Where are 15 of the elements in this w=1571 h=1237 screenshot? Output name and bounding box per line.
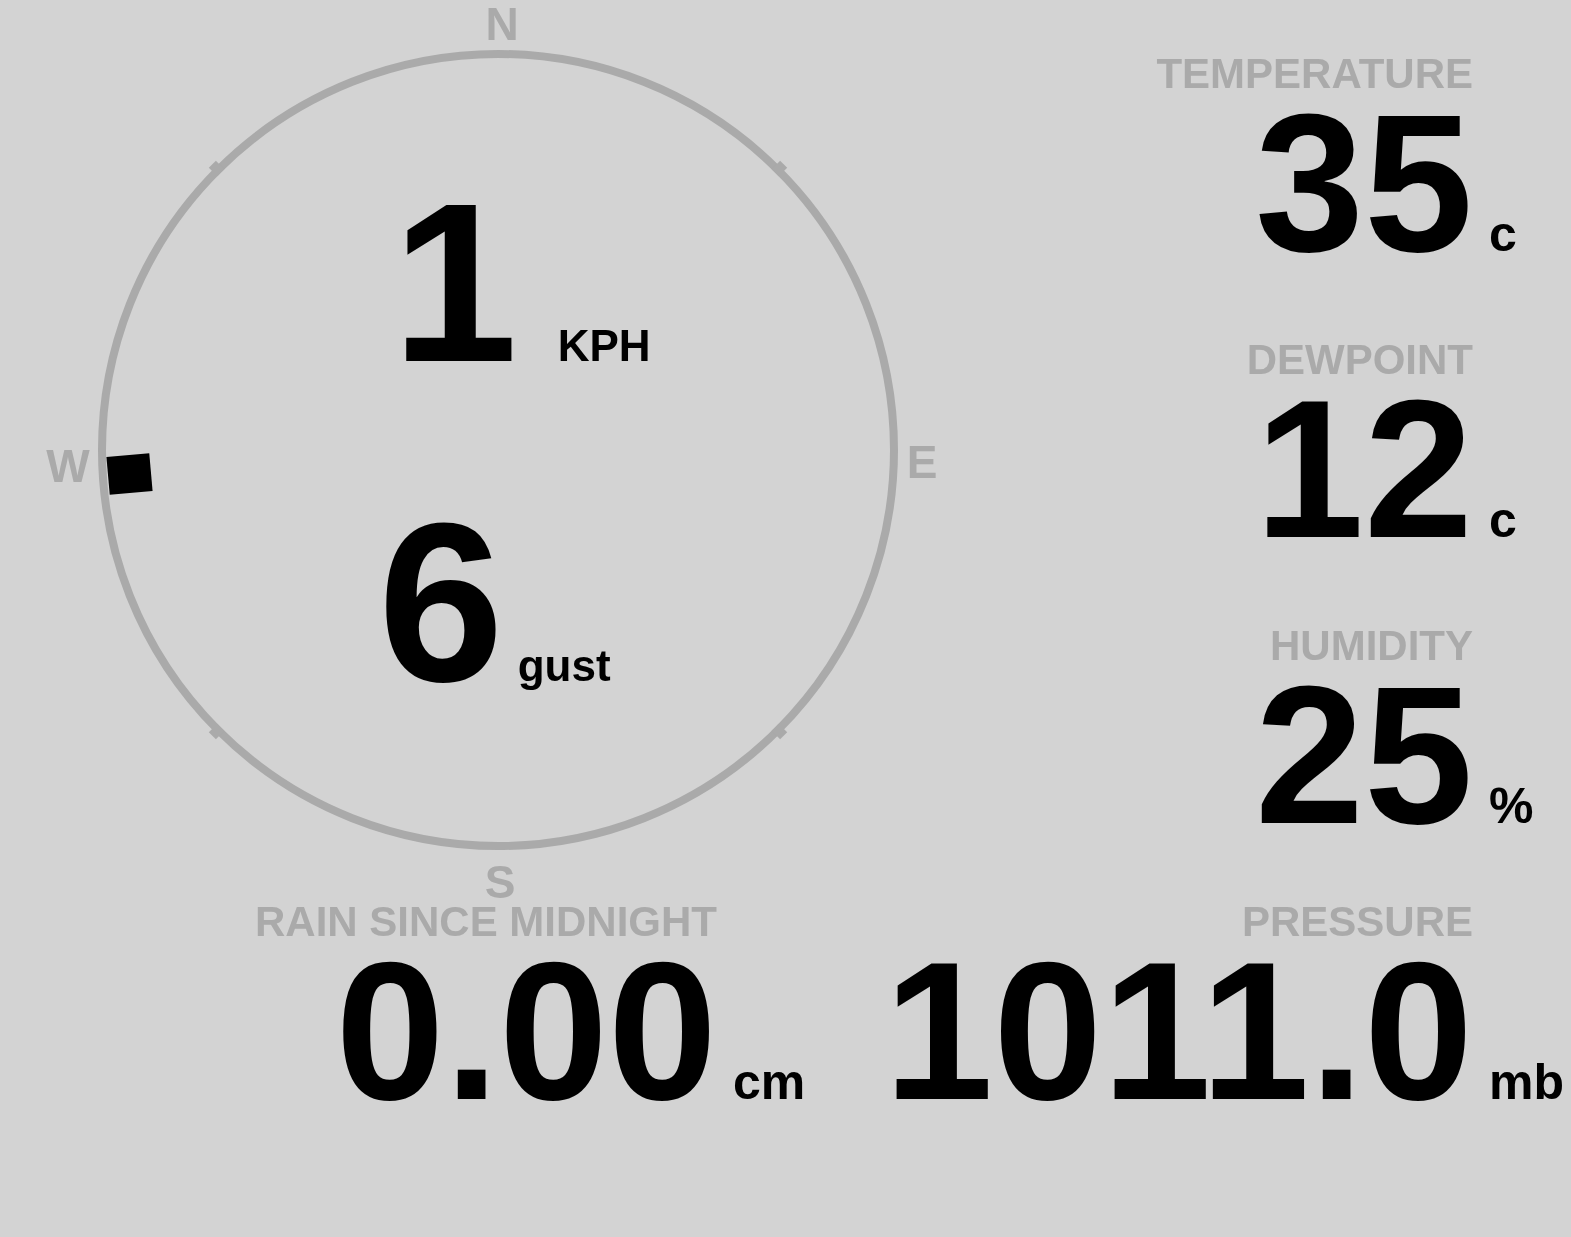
reading-value: 1011.0 <box>884 944 1473 1120</box>
reading-unit: c <box>1488 491 1518 549</box>
reading-unit: c <box>1488 205 1518 263</box>
reading-unit: cm <box>732 1053 807 1111</box>
reading-value: 35 <box>1255 96 1473 272</box>
wind-direction-marker <box>106 453 153 495</box>
reading-unit: mb <box>1488 1053 1565 1111</box>
wind-gust-unit: gust <box>517 641 611 691</box>
wind-speed-unit: KPH <box>557 321 651 371</box>
wind-speed-value: 1 <box>392 170 518 396</box>
reading-value: 25 <box>1255 668 1473 844</box>
reading-unit: % <box>1488 777 1535 835</box>
wind-gust-value: 6 <box>378 490 504 716</box>
reading-value: 0.00 <box>335 944 717 1120</box>
reading-value: 12 <box>1255 382 1473 558</box>
